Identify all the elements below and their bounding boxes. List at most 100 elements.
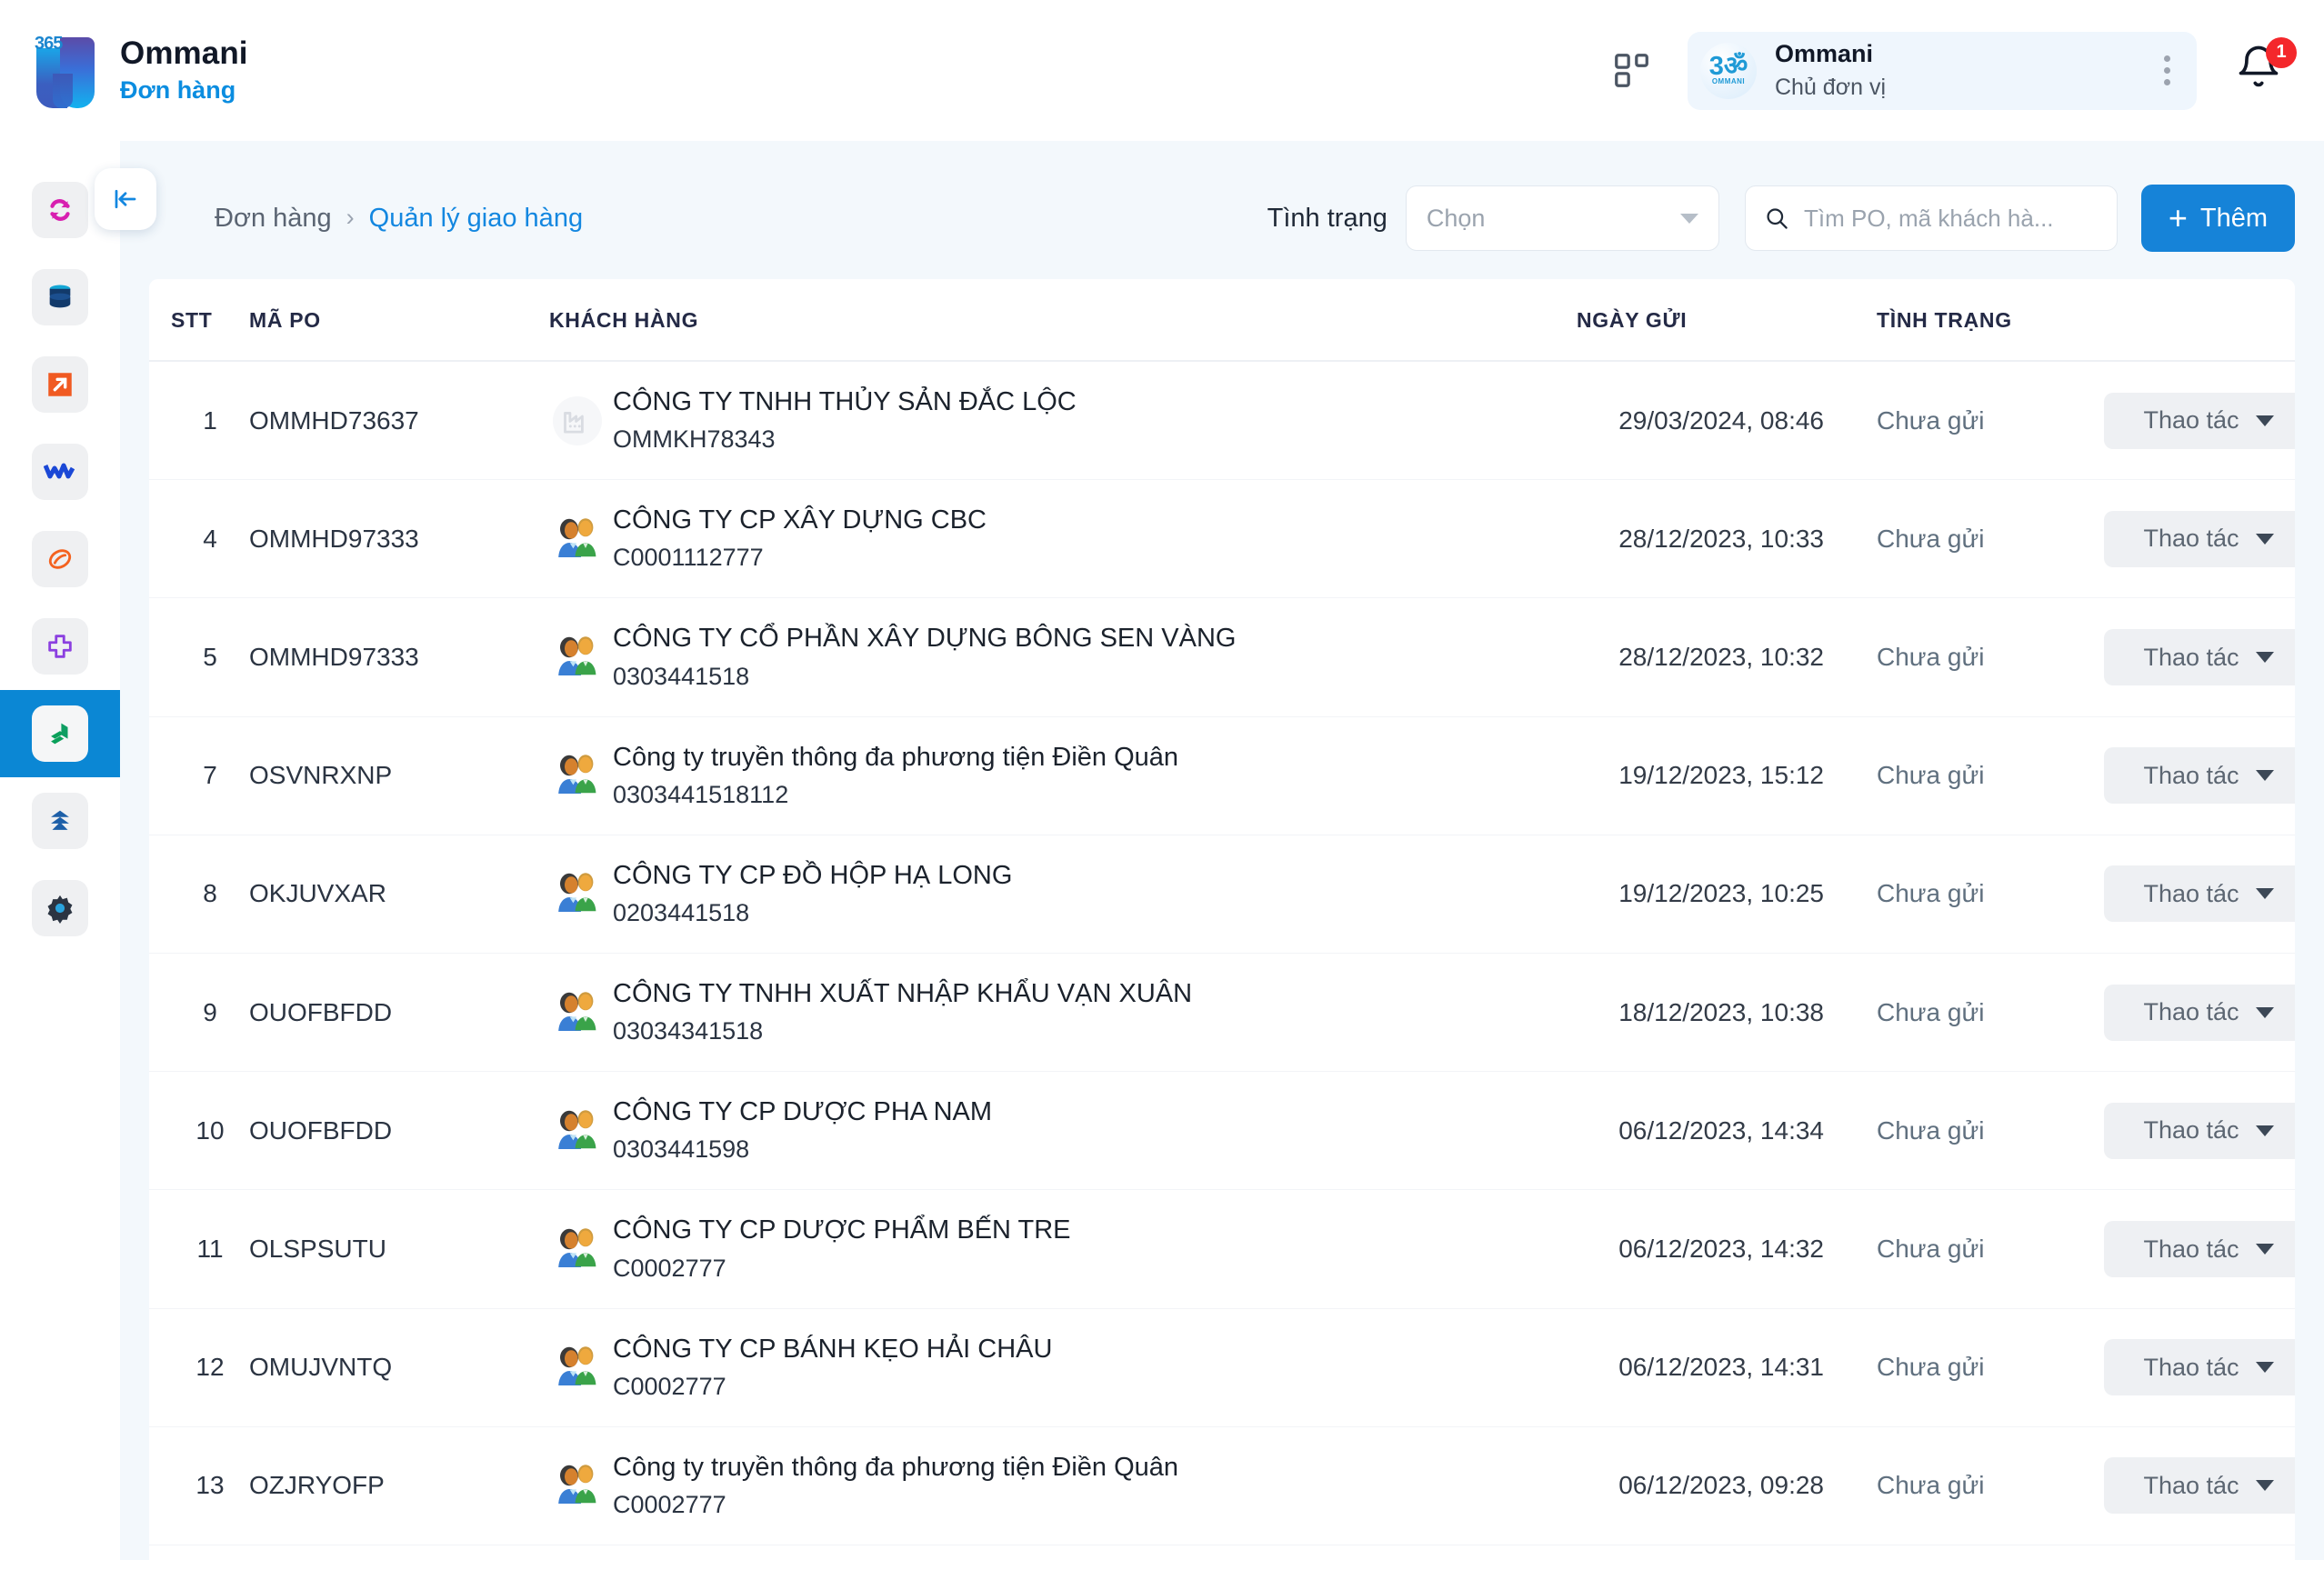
- breadcrumb-parent[interactable]: Đơn hàng: [215, 204, 332, 234]
- sidebar-item-app-cross[interactable]: [0, 603, 120, 690]
- app-rail: [0, 141, 120, 1560]
- cell-action: Thao tác: [2104, 480, 2295, 598]
- breadcrumb-current[interactable]: Quản lý giao hàng: [369, 204, 583, 234]
- notifications-button[interactable]: 1: [2235, 41, 2289, 101]
- status-badge: Chưa gửi: [1877, 480, 2104, 598]
- users-icon: [552, 632, 603, 683]
- table-row[interactable]: 8OKJUVXAR CÔNG TY CP ĐỒ HỘP HẠ LONG 0203…: [149, 835, 2295, 953]
- cell-action: Thao tác: [2104, 954, 2295, 1072]
- cell-stt: 12: [149, 1308, 249, 1426]
- cell-date: 28/12/2023, 10:33: [1577, 480, 1877, 598]
- row-action-label: Thao tác: [2143, 1235, 2239, 1264]
- row-action-button[interactable]: Thao tác: [2104, 1457, 2295, 1514]
- cell-action: Thao tác: [2104, 716, 2295, 835]
- table-row[interactable]: 13OZJRYOFP Công ty truyền thông đa phươn…: [149, 1426, 2295, 1545]
- cell-stt: 7: [149, 716, 249, 835]
- cell-action: Thao tác: [2104, 1426, 2295, 1545]
- cell-date: 06/12/2023, 14:34: [1577, 1072, 1877, 1190]
- cross-link-icon: [45, 631, 75, 662]
- row-action-label: Thao tác: [2143, 1116, 2239, 1145]
- customer-name: CÔNG TY CP DƯỢC PHẨM BẾN TRE: [613, 1214, 1071, 1247]
- table-row[interactable]: 9OUOFBFDD CÔNG TY TNHH XUẤT NHẬP KHẨU VẠ…: [149, 954, 2295, 1072]
- breadcrumb: Đơn hàng › Quản lý giao hàng: [215, 204, 583, 234]
- table-row[interactable]: 11OLSPSUTU CÔNG TY CP DƯỢC PHẨM BẾN TRE …: [149, 1190, 2295, 1308]
- chevron-down-icon: [1680, 214, 1698, 224]
- status-filter-value: Chọn: [1427, 205, 1486, 233]
- customer-code: C0002777: [613, 1253, 1071, 1285]
- row-action-button[interactable]: Thao tác: [2104, 393, 2295, 449]
- row-action-button[interactable]: Thao tác: [2104, 985, 2295, 1041]
- row-action-button[interactable]: Thao tác: [2104, 1339, 2295, 1395]
- status-badge: Chưa gửi: [1877, 1190, 2104, 1308]
- sidebar-item-app-export[interactable]: [0, 341, 120, 428]
- org-switcher[interactable]: 3ॐ OMMANI Ommani Chủ đơn vị: [1688, 32, 2197, 110]
- search-input[interactable]: [1804, 205, 2099, 233]
- row-action-label: Thao tác: [2143, 406, 2239, 435]
- org-role: Chủ đơn vị: [1775, 73, 1886, 103]
- app-title: Ommani: [120, 35, 248, 72]
- row-action-button[interactable]: Thao tác: [2104, 629, 2295, 685]
- apps-grid-icon[interactable]: [1602, 41, 1662, 101]
- cell-po: OKJUVXAR: [249, 835, 549, 953]
- customer-name: Công ty truyền thông đa phương tiện Điền…: [613, 1451, 1178, 1485]
- column-header-action: [2104, 279, 2295, 361]
- row-action-button[interactable]: Thao tác: [2104, 511, 2295, 567]
- layers-icon: [45, 718, 75, 749]
- app-subtitle: Đơn hàng: [120, 75, 248, 106]
- brand[interactable]: 365 Ommani Đơn hàng: [33, 32, 248, 110]
- cell-customer: Công ty truyền thông đa phương tiện Điền…: [549, 716, 1577, 835]
- customer-code: 0303441518: [613, 661, 1236, 693]
- users-icon: [549, 985, 606, 1041]
- sidebar-item-app-workflow[interactable]: [0, 428, 120, 515]
- collapse-sidebar-button[interactable]: [95, 168, 156, 230]
- cell-customer: CÔNG TY CP BÁNH KẸO HẢI CHÂU C0002777: [549, 1308, 1577, 1426]
- cell-po: OLSPSUTU: [249, 1190, 549, 1308]
- cell-action: Thao tác: [2104, 835, 2295, 953]
- content-stage: Đơn hàng › Quản lý giao hàng Tình trạng …: [120, 141, 2324, 1560]
- sidebar-item-app-orders[interactable]: [0, 690, 120, 777]
- sidebar-item-app-settings[interactable]: [0, 865, 120, 952]
- status-badge: Chưa gửi: [1877, 598, 2104, 716]
- customer-code: 03034341518: [613, 1015, 1192, 1047]
- customer-code: 0303441518112: [613, 779, 1178, 811]
- add-button[interactable]: + Thêm: [2141, 185, 2295, 252]
- org-avatar: 3ॐ OMMANI: [1700, 43, 1757, 99]
- users-icon: [552, 868, 603, 919]
- chevron-down-icon: [2256, 888, 2274, 899]
- customer-name: CÔNG TY CP DƯỢC PHA NAM: [613, 1095, 992, 1129]
- cell-date: 28/12/2023, 10:32: [1577, 598, 1877, 716]
- cell-customer: CÔNG TY CỔ PHẦN XÂY DỰNG BÔNG SEN VÀNG 0…: [549, 598, 1577, 716]
- customer-name: CÔNG TY CP XÂY DỰNG CBC: [613, 504, 987, 537]
- sidebar-item-app-database[interactable]: [0, 254, 120, 341]
- sidebar-item-app-spiral[interactable]: [0, 515, 120, 603]
- column-header-status: TÌNH TRẠNG: [1877, 279, 2104, 361]
- row-action-label: Thao tác: [2143, 644, 2239, 672]
- table-row[interactable]: 1OMMHD73637 CÔNG TY TNHH THỦY SẢN ĐẮC LỘ…: [149, 361, 2295, 480]
- users-icon: [552, 514, 603, 565]
- row-action-button[interactable]: Thao tác: [2104, 865, 2295, 922]
- table-row[interactable]: 5OMMHD97333 CÔNG TY CỔ PHẦN XÂY DỰNG BÔN…: [149, 598, 2295, 716]
- row-action-button[interactable]: Thao tác: [2104, 747, 2295, 804]
- status-badge: Chưa gửi: [1877, 1072, 2104, 1190]
- table-header-row: STT MÃ PO KHÁCH HÀNG NGÀY GỬI TÌNH TRẠNG: [149, 279, 2295, 361]
- table-row[interactable]: 7OSVNRXNP Công ty truyền thông đa phương…: [149, 716, 2295, 835]
- cell-date: 18/12/2023, 10:38: [1577, 954, 1877, 1072]
- row-action-button[interactable]: Thao tác: [2104, 1221, 2295, 1277]
- cell-date: 29/03/2024, 08:46: [1577, 361, 1877, 480]
- table-row[interactable]: 12OMUJVNTQ CÔNG TY CP BÁNH KẸO HẢI CHÂU …: [149, 1308, 2295, 1426]
- customer-code: 0303441598: [613, 1134, 992, 1165]
- more-vertical-icon[interactable]: [2146, 44, 2188, 98]
- status-filter-select[interactable]: Chọn: [1406, 185, 1719, 251]
- row-action-button[interactable]: Thao tác: [2104, 1103, 2295, 1159]
- customer-name: CÔNG TY CỔ PHẦN XÂY DỰNG BÔNG SEN VÀNG: [613, 622, 1236, 655]
- table-row[interactable]: 10OUOFBFDD CÔNG TY CP DƯỢC PHA NAM 03034…: [149, 1072, 2295, 1190]
- add-button-label: Thêm: [2200, 204, 2268, 234]
- logo-365-label: 365: [35, 34, 62, 55]
- sidebar-item-app-tree[interactable]: [0, 777, 120, 865]
- table-row[interactable]: 4OMMHD97333 CÔNG TY CP XÂY DỰNG CBC C000…: [149, 480, 2295, 598]
- column-header-date: NGÀY GỬI: [1577, 279, 1877, 361]
- chevron-down-icon: [2256, 1125, 2274, 1136]
- workflow-icon: [44, 460, 76, 484]
- cell-date: 19/12/2023, 10:25: [1577, 835, 1877, 953]
- search-box[interactable]: [1745, 185, 2118, 251]
